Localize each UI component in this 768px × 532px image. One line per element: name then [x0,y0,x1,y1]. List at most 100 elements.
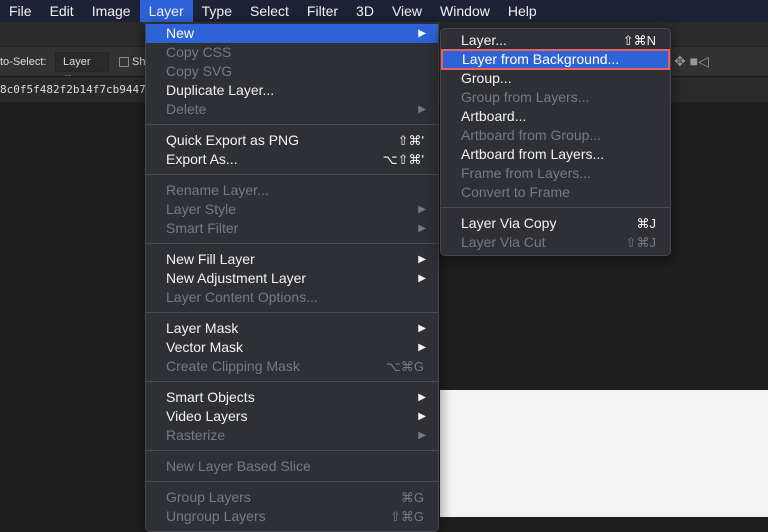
menu-item-new-layer-based-slice[interactable]: New Layer Based Slice [146,457,438,476]
menu-item-label: Artboard from Layers... [461,146,605,162]
menu-item-new-fill-layer[interactable]: New Fill Layer ▶ [146,250,438,269]
menu-item-new[interactable]: New ▶ [146,24,438,43]
menu-item-duplicate-layer[interactable]: Duplicate Layer... [146,81,438,100]
show-label: Sh [132,56,146,68]
menu-separator [441,202,670,214]
menu-3d[interactable]: 3D [347,0,383,22]
menu-item-create-clipping-mask[interactable]: Create Clipping Mask ⌥⌘G [146,357,438,376]
submenu-arrow-icon: ▶ [418,273,426,284]
menu-item-label: Layer Mask [166,320,239,336]
submenu-arrow-icon: ▶ [418,411,426,422]
canvas[interactable] [440,390,768,517]
menu-item-label: New [166,25,195,41]
menu-separator [146,169,438,181]
submenu-arrow-icon: ▶ [418,104,426,115]
menu-item-label: Layer from Background... [462,51,620,67]
menu-item-layer-content-options[interactable]: Layer Content Options... [146,288,438,307]
menu-item-label: Group Layers [166,489,251,505]
menu-item-label: Artboard... [461,108,527,124]
menu-item-group-layers[interactable]: Group Layers ⌘G [146,488,438,507]
submenu-arrow-icon: ▶ [418,430,426,441]
menu-item-convert-to-frame[interactable]: Convert to Frame [441,183,670,202]
menu-image[interactable]: Image [83,0,140,22]
menu-item-artboard-from-layers[interactable]: Artboard from Layers... [441,145,670,164]
menu-item-label: Smart Filter [166,220,239,236]
menu-item-rasterize[interactable]: Rasterize ▶ [146,426,438,445]
menu-item-delete[interactable]: Delete ▶ [146,100,438,119]
submenu-arrow-icon: ▶ [418,342,426,353]
submenu-arrow-icon: ▶ [418,204,426,215]
menu-file[interactable]: File [0,0,41,22]
menu-item-group[interactable]: Group... [441,69,670,88]
menu-item-layer-style[interactable]: Layer Style ▶ [146,200,438,219]
video-camera-icon[interactable]: ■◁ [690,53,709,69]
menu-item-frame-from-layers[interactable]: Frame from Layers... [441,164,670,183]
menu-separator [146,445,438,457]
menu-item-label: Artboard from Group... [461,127,602,143]
menu-item-label: Convert to Frame [461,184,570,200]
menu-item-label: Video Layers [166,408,248,424]
shortcut-label: ⌥⌘G [385,359,424,374]
menu-layer[interactable]: Layer [139,0,193,22]
menu-filter[interactable]: Filter [298,0,347,22]
menu-item-label: Duplicate Layer... [166,82,275,98]
menu-select[interactable]: Select [241,0,298,22]
menu-item-group-from-layers[interactable]: Group from Layers... [441,88,670,107]
submenu-arrow-icon: ▶ [418,254,426,265]
menu-item-vector-mask[interactable]: Vector Mask ▶ [146,338,438,357]
menu-help[interactable]: Help [499,0,546,22]
menu-item-label: Ungroup Layers [166,508,266,524]
shortcut-label: ⌘G [400,490,424,505]
menu-item-layer-via-cut[interactable]: Layer Via Cut ⇧⌘J [441,233,670,252]
menu-item-label: Group from Layers... [461,89,590,105]
menu-separator [146,376,438,388]
menu-item-label: Quick Export as PNG [166,132,300,148]
show-transform-checkbox[interactable] [119,57,129,67]
auto-select-dropdown[interactable]: Layer ⌄ [55,52,109,81]
menu-item-label: Layer Content Options... [166,289,318,305]
menu-edit[interactable]: Edit [41,0,83,22]
submenu-arrow-icon: ▶ [418,223,426,234]
shortcut-label: ⌥⇧⌘' [382,152,424,167]
menu-item-label: Delete [166,101,207,117]
layer-menu: New ▶ Copy CSS Copy SVG Duplicate Layer... De… [145,22,439,532]
menu-item-label: Group... [461,70,512,86]
menu-item-copy-svg[interactable]: Copy SVG [146,62,438,81]
menu-item-layer-mask[interactable]: Layer Mask ▶ [146,319,438,338]
menu-item-smart-filter[interactable]: Smart Filter ▶ [146,219,438,238]
menu-item-rename-layer[interactable]: Rename Layer... [146,181,438,200]
menu-item-quick-export-as-png[interactable]: Quick Export as PNG ⇧⌘' [146,131,438,150]
menu-item-layer-from-background[interactable]: Layer from Background... [441,49,670,70]
document-tab[interactable]: 8c0f5f482f2b14f7cb9447 [0,83,146,96]
shortcut-label: ⇧⌘N [622,33,656,48]
menu-item-label: Frame from Layers... [461,165,591,181]
menu-item-copy-css[interactable]: Copy CSS [146,43,438,62]
submenu-arrow-icon: ▶ [418,392,426,403]
menu-item-label: Copy CSS [166,44,232,60]
submenu-arrow-icon: ▶ [418,28,426,39]
3d-mode-icons[interactable]: ✥ ■◁ [674,53,709,70]
submenu-arrow-icon: ▶ [418,323,426,334]
menu-item-export-as[interactable]: Export As... ⌥⇧⌘' [146,150,438,169]
new-submenu: Layer... ⇧⌘N Layer from Background... Group… [440,28,671,256]
menu-item-label: Layer Style [166,201,237,217]
menu-item-label: Layer Via Copy [461,215,557,231]
menu-item-layer[interactable]: Layer... ⇧⌘N [441,31,670,50]
menu-item-artboard[interactable]: Artboard... [441,107,670,126]
menu-window[interactable]: Window [431,0,499,22]
move-3d-icon[interactable]: ✥ [674,53,686,69]
menu-item-new-adjustment-layer[interactable]: New Adjustment Layer ▶ [146,269,438,288]
menu-item-layer-via-copy[interactable]: Layer Via Copy ⌘J [441,214,670,233]
menu-separator [146,119,438,131]
menu-item-video-layers[interactable]: Video Layers ▶ [146,407,438,426]
menu-separator [146,476,438,488]
menu-item-label: New Adjustment Layer [166,270,307,286]
menu-item-label: Create Clipping Mask [166,358,300,374]
menu-item-smart-objects[interactable]: Smart Objects ▶ [146,388,438,407]
menu-type[interactable]: Type [193,0,241,22]
menu-item-label: Rename Layer... [166,182,269,198]
menu-view[interactable]: View [383,0,431,22]
menu-item-artboard-from-group[interactable]: Artboard from Group... [441,126,670,145]
menu-item-label: New Fill Layer [166,251,255,267]
auto-select-value: Layer [63,56,91,68]
